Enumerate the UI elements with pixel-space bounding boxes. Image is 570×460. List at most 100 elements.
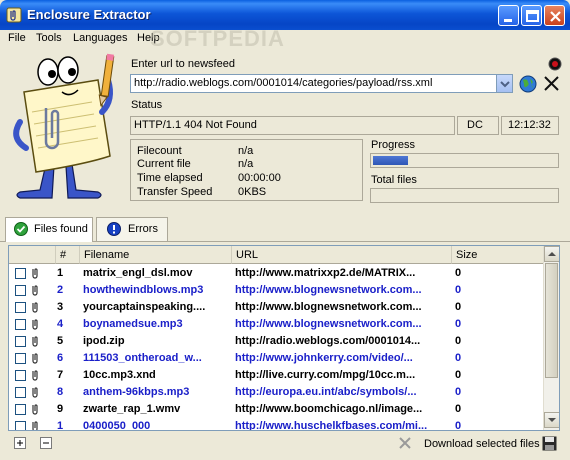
row-checkbox[interactable]: [15, 353, 26, 364]
expand-all-button[interactable]: [14, 437, 26, 449]
record-icon[interactable]: [548, 57, 562, 71]
close-x-icon[interactable]: [543, 75, 560, 92]
column-url-header[interactable]: URL: [232, 246, 452, 264]
tab-errors[interactable]: Errors: [96, 217, 168, 241]
row-size: 0: [455, 386, 462, 398]
chevron-down-icon: [500, 81, 510, 88]
row-size: 0: [455, 403, 462, 415]
row-checkbox[interactable]: [15, 302, 26, 313]
paperclip-icon: [32, 285, 38, 296]
row-checkbox[interactable]: [15, 421, 26, 430]
current-file-label: Current file: [137, 158, 191, 170]
menu-tools[interactable]: Tools: [36, 32, 62, 44]
scroll-up-button[interactable]: [544, 246, 559, 262]
table-row[interactable]: 1 0400050_000 http://www.huschelkfbases.co…: [9, 418, 544, 431]
globe-icon[interactable]: [519, 75, 537, 93]
row-url: http://www.johnkerry.com/video/...: [235, 352, 413, 364]
row-checkbox[interactable]: [15, 268, 26, 279]
row-checkbox[interactable]: [15, 285, 26, 296]
row-checkbox[interactable]: [15, 404, 26, 415]
table-row[interactable]: 9 zwarte_rap_1.wmv http://www.boomchicago.…: [9, 401, 544, 418]
menu-file[interactable]: File: [8, 32, 26, 44]
paperclip-icon: [32, 319, 38, 330]
maximize-icon: [526, 10, 539, 22]
paperclip-icon: [32, 387, 38, 398]
table-row[interactable]: 1 matrix_engl_dsl.mov http://www.matrixxp2…: [9, 265, 544, 282]
paperclip-icon: [32, 370, 38, 381]
menu-languages[interactable]: Languages: [73, 32, 127, 44]
column-select-header[interactable]: [9, 246, 56, 264]
row-size: 0: [455, 318, 462, 330]
table-row[interactable]: 2 howthewindblows.mp3 http://www.blognewsn…: [9, 282, 544, 299]
table-row[interactable]: 7 10cc.mp3.xnd http://live.curry.com/mpg/1…: [9, 367, 544, 384]
current-file-value: n/a: [238, 158, 254, 170]
row-url: http://www.huschelkfbases.com/mi...: [235, 420, 428, 431]
row-filename: 0400050_000: [83, 420, 151, 431]
progress-fill: [373, 156, 408, 165]
row-number: 7: [57, 369, 64, 381]
row-filename: howthewindblows.mp3: [83, 284, 204, 296]
softpedia-watermark: SOFTPEDIA: [150, 26, 285, 51]
close-window-button[interactable]: [544, 5, 565, 26]
row-checkbox[interactable]: [15, 387, 26, 398]
status-label: Status: [131, 99, 163, 111]
close-icon: [550, 11, 561, 22]
row-url: http://www.blognewsnetwork.com...: [235, 284, 422, 296]
row-filename: matrix_engl_dsl.mov: [83, 267, 193, 279]
column-filename-header[interactable]: Filename: [80, 246, 232, 264]
table-row[interactable]: 3 yourcaptainspeaking.... http://www.blogn…: [9, 299, 544, 316]
row-filename: anthem-96kbps.mp3: [83, 386, 190, 398]
row-number: 8: [57, 386, 64, 398]
row-size: 0: [455, 284, 462, 296]
minimize-button[interactable]: [498, 5, 519, 26]
filecount-label: Filecount: [137, 145, 182, 157]
scroll-up-arrow-icon: [548, 252, 556, 256]
bottom-toolbar: Download selected files: [0, 432, 570, 460]
tab-errors-label: Errors: [128, 223, 158, 235]
cancel-download-icon[interactable]: [398, 436, 412, 450]
vertical-scrollbar[interactable]: [543, 246, 559, 430]
row-url: http://www.blognewsnetwork.com...: [235, 301, 422, 313]
row-size: 0: [455, 352, 462, 364]
floppy-disk-icon[interactable]: [542, 436, 557, 451]
tab-files-found-label: Files found: [34, 223, 88, 235]
paperclip-icon: [32, 353, 38, 364]
collapse-all-button[interactable]: [40, 437, 52, 449]
row-url: http://radio.weblogs.com/0001014...: [235, 335, 421, 347]
minus-icon: [43, 442, 49, 444]
status-text: HTTP/1.1 404 Not Found: [130, 116, 455, 135]
column-size-header[interactable]: Size: [452, 246, 544, 264]
row-checkbox[interactable]: [15, 319, 26, 330]
url-value: http://radio.weblogs.com/0001014/categor…: [134, 77, 433, 89]
maximize-button[interactable]: [521, 5, 542, 26]
row-number: 1: [57, 267, 64, 279]
row-size: 0: [455, 369, 462, 381]
total-files-bar: [370, 188, 559, 203]
url-input[interactable]: http://radio.weblogs.com/0001014/categor…: [130, 74, 513, 93]
scroll-down-button[interactable]: [544, 412, 559, 428]
url-dropdown-button[interactable]: [496, 75, 512, 92]
total-files-label: Total files: [371, 174, 417, 186]
row-url: http://www.boomchicago.nl/image...: [235, 403, 423, 415]
tab-files-found[interactable]: Files found: [5, 217, 93, 242]
time-elapsed-label: Time elapsed: [137, 172, 203, 184]
row-url: http://www.matrixxp2.de/MATRIX...: [235, 267, 416, 279]
row-size: 0: [455, 301, 462, 313]
row-number: 3: [57, 301, 64, 313]
paperclip-icon: [32, 404, 38, 415]
transfer-speed-label: Transfer Speed: [137, 186, 213, 198]
row-url: http://europa.eu.int/abc/symbols/...: [235, 386, 417, 398]
row-filename: 10cc.mp3.xnd: [83, 369, 156, 381]
transfer-speed-value: 0KBS: [238, 186, 267, 198]
row-number: 1: [57, 420, 64, 431]
table-row[interactable]: 8 anthem-96kbps.mp3 http://europa.eu.int/a…: [9, 384, 544, 401]
menu-bar: File Tools Languages Help: [0, 30, 570, 48]
download-selected-label[interactable]: Download selected files: [424, 438, 540, 450]
row-checkbox[interactable]: [15, 370, 26, 381]
scroll-thumb[interactable]: [545, 263, 558, 378]
row-checkbox[interactable]: [15, 336, 26, 347]
column-number-header[interactable]: #: [56, 246, 80, 264]
table-row[interactable]: 5 ipod.zip http://radio.weblogs.com/000101…: [9, 333, 544, 350]
table-row[interactable]: 6 111503_ontheroad_w... http://www.johnker…: [9, 350, 544, 367]
table-row[interactable]: 4 boynamedsue.mp3 http://www.blognewsnetwo…: [9, 316, 544, 333]
